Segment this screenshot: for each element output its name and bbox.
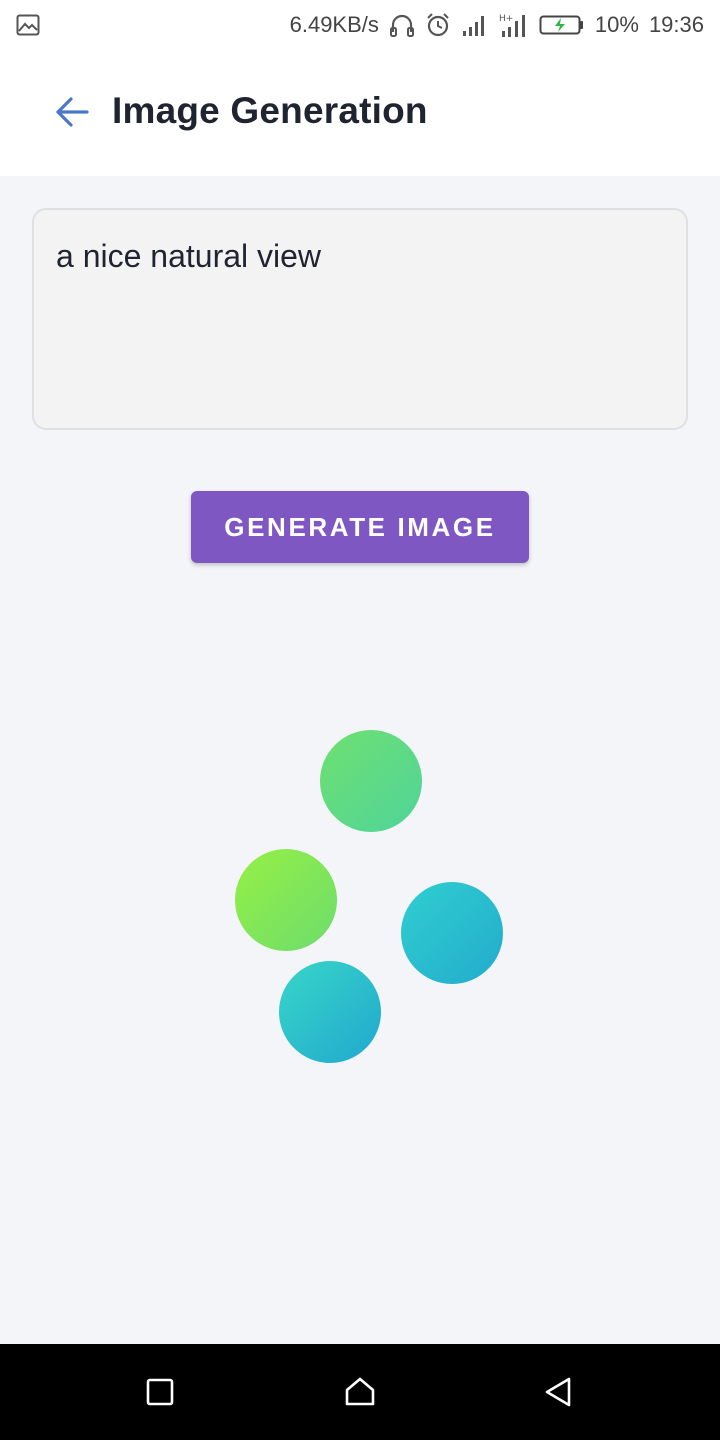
system-nav-bar xyxy=(0,1344,720,1440)
generate-image-button[interactable]: GENERATE IMAGE xyxy=(191,491,529,563)
network-speed: 6.49KB/s xyxy=(289,12,379,37)
arrow-left-icon xyxy=(56,97,89,127)
signal-hplus-icon: H+ xyxy=(499,12,529,38)
nav-back-button[interactable] xyxy=(534,1368,582,1416)
recents-square-icon xyxy=(146,1378,174,1406)
signal-icon xyxy=(461,13,489,37)
battery-charging-icon xyxy=(539,14,585,36)
battery-percent: 10% xyxy=(594,12,639,37)
loader-dot xyxy=(401,882,503,984)
back-triangle-icon xyxy=(545,1377,571,1407)
loader-dot xyxy=(320,730,422,832)
home-icon xyxy=(345,1377,375,1406)
loader-dot xyxy=(235,849,337,951)
status-bar: 6.49KB/s H+ 10% 19:36 xyxy=(0,0,720,52)
prompt-text[interactable]: a nice natural view xyxy=(56,238,664,275)
alarm-icon xyxy=(425,12,451,38)
app-bar: Image Generation xyxy=(0,52,720,176)
prompt-input[interactable]: a nice natural view xyxy=(32,208,688,430)
svg-text:H+: H+ xyxy=(499,14,513,24)
clock: 19:36 xyxy=(648,12,704,37)
back-button[interactable] xyxy=(48,88,96,136)
loader-dot xyxy=(279,961,381,1063)
headphones-icon xyxy=(389,12,415,38)
image-notification-icon xyxy=(16,14,40,41)
home-button[interactable] xyxy=(336,1368,384,1416)
page-title: Image Generation xyxy=(112,90,428,131)
recents-button[interactable] xyxy=(136,1368,184,1416)
